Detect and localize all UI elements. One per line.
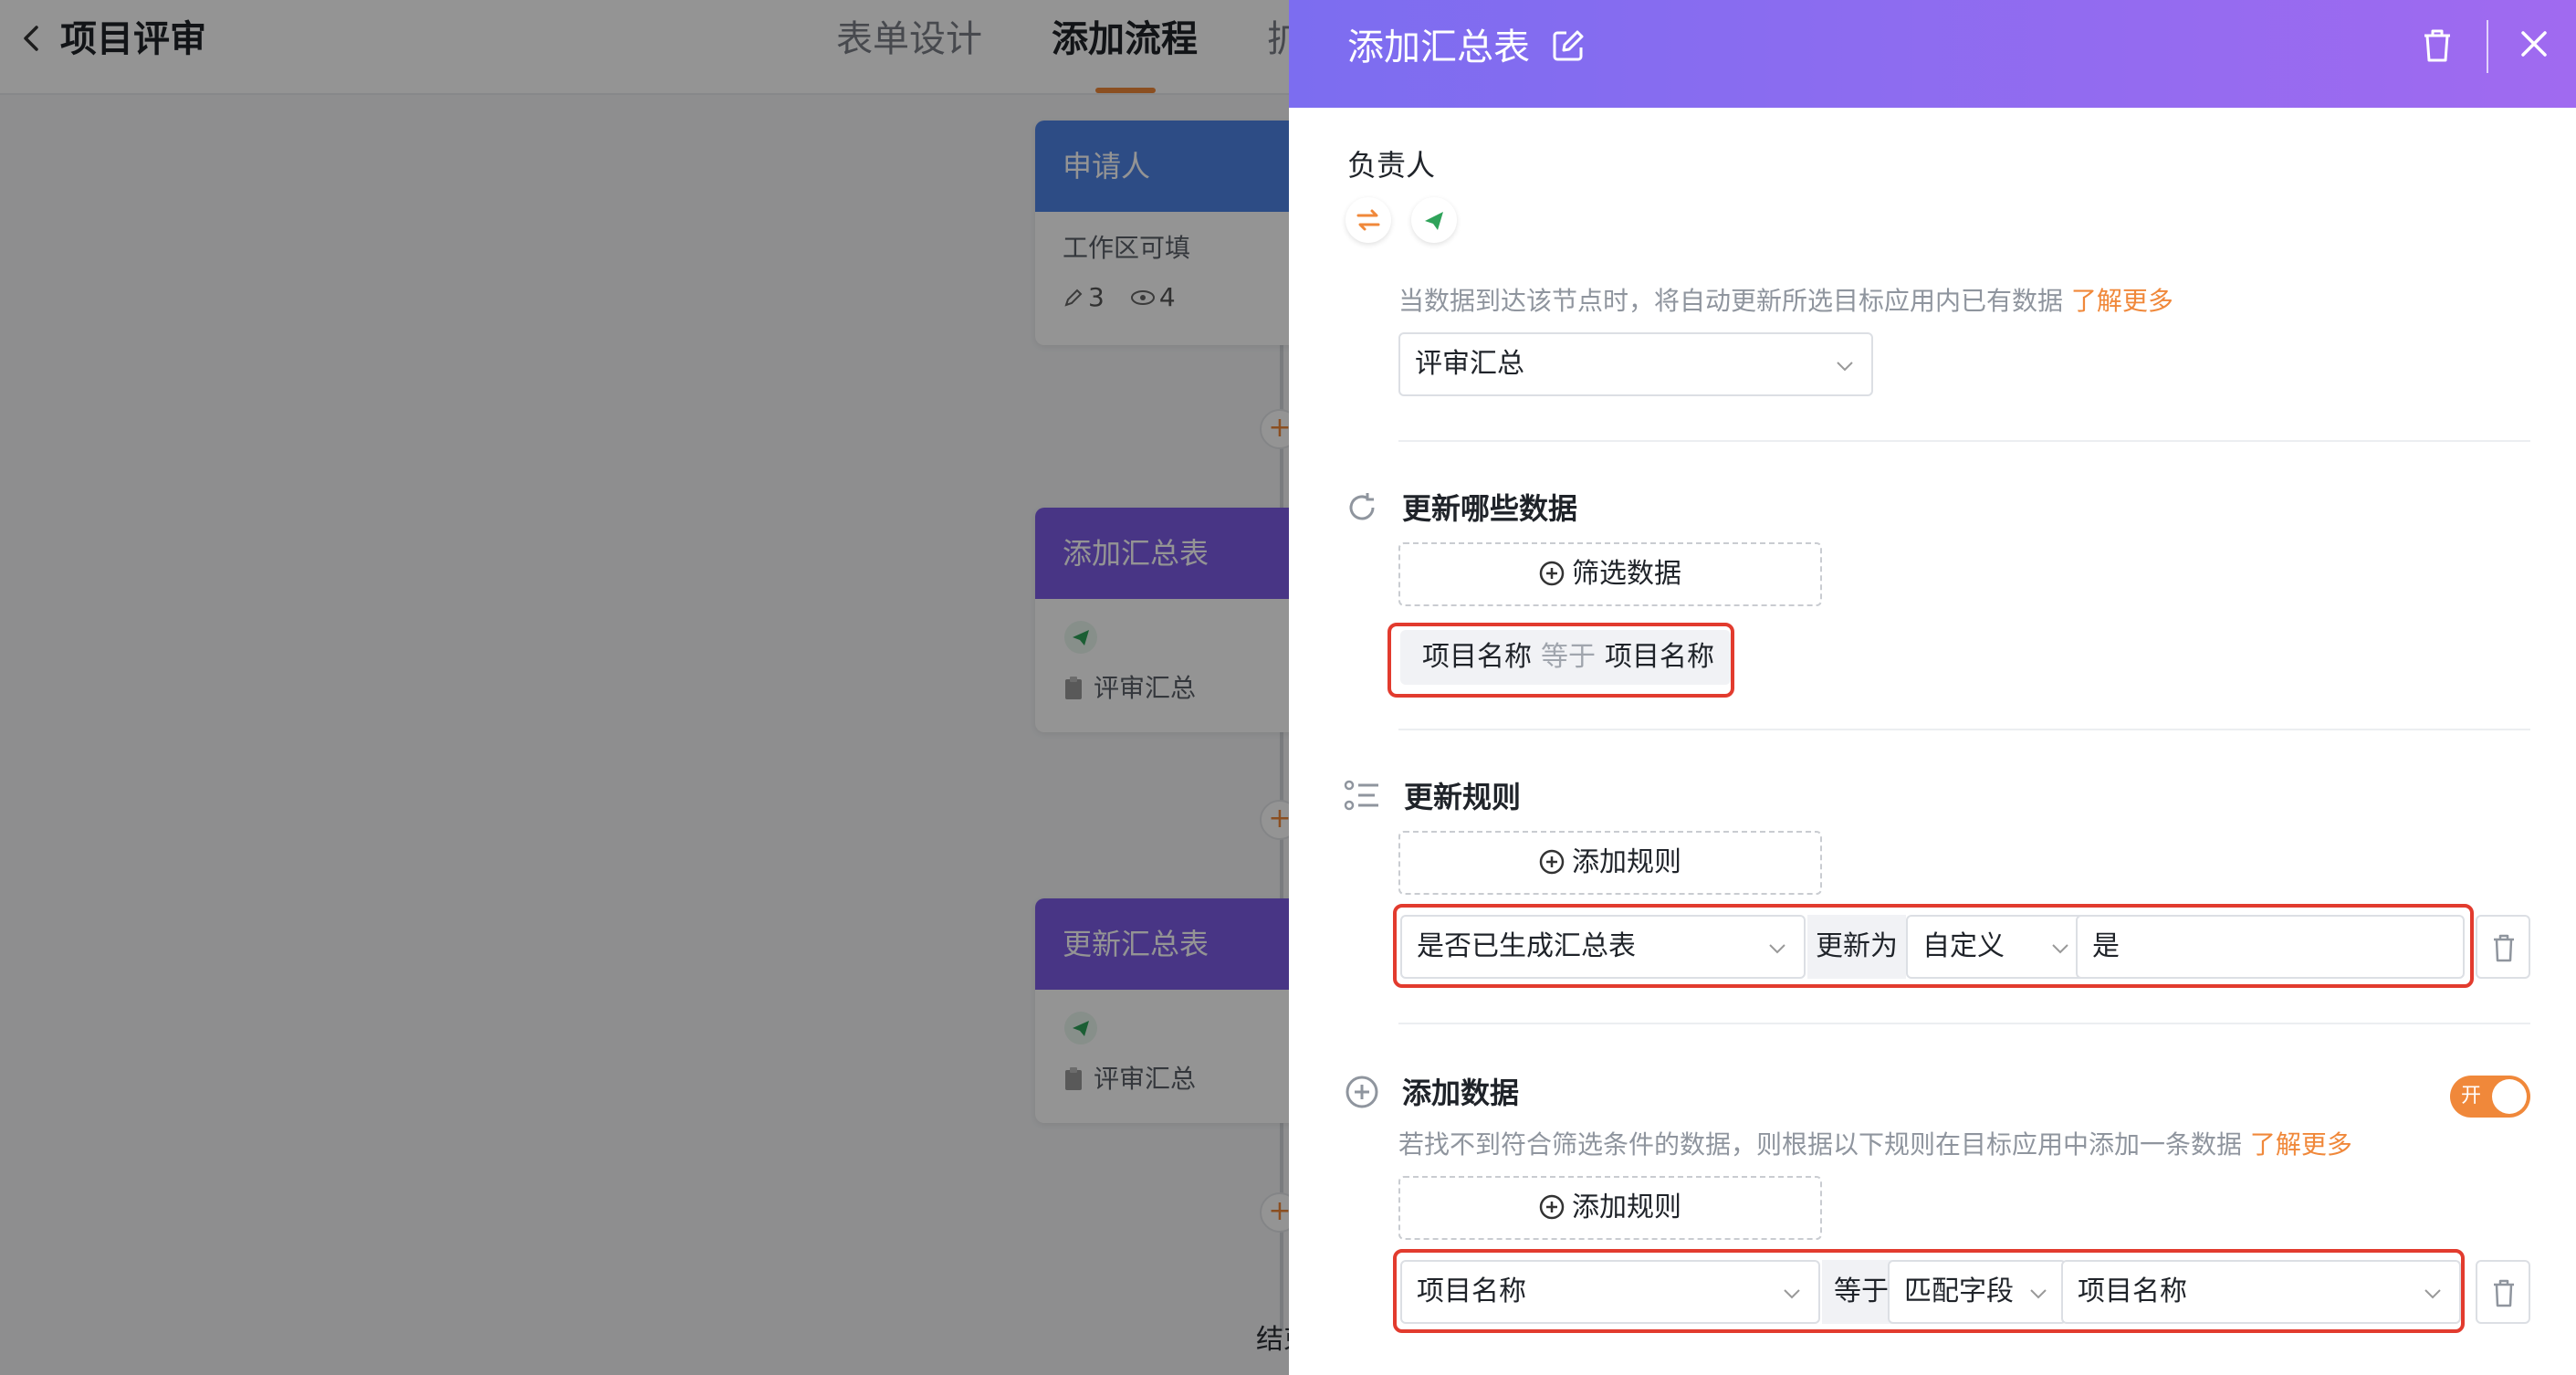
swap-icon	[1356, 209, 1380, 231]
refresh-icon	[1349, 493, 1375, 520]
close-icon[interactable]	[2518, 27, 2550, 60]
drawer-title: 添加汇总表	[1347, 26, 1530, 68]
learn-more-link[interactable]: 了解更多	[2071, 286, 2173, 316]
add-data-toggle[interactable]: 开	[2450, 1076, 2530, 1118]
section-title-add-data: 添加数据	[1402, 1076, 1520, 1110]
header-divider	[2487, 20, 2488, 73]
section-divider	[1398, 1023, 2530, 1024]
delete-rule-button[interactable]	[2476, 915, 2530, 979]
target-app-value: 评审汇总	[1415, 348, 1524, 380]
owner-label: 负责人	[1347, 148, 1436, 183]
section-divider	[1398, 440, 2530, 442]
send-owner-button[interactable]	[1411, 197, 1457, 243]
add-rule-label: 添加规则	[1572, 1191, 1681, 1223]
send-icon	[1425, 212, 1443, 230]
add-rule-button[interactable]: 添加规则	[1398, 831, 1822, 895]
add-data-hint: 若找不到符合筛选条件的数据，则根据以下规则在目标应用中添加一条数据 了解更多	[1398, 1127, 2352, 1163]
filter-data-button[interactable]: 筛选数据	[1398, 542, 1822, 606]
section-divider	[1398, 729, 2530, 730]
target-app-select[interactable]: 评审汇总	[1398, 332, 1873, 396]
chevron-down-icon	[1837, 362, 1853, 372]
trash-icon	[2494, 1279, 2514, 1307]
plus-circle-icon	[1539, 1194, 1565, 1220]
add-rule-label: 添加规则	[1572, 846, 1681, 878]
node-config-drawer: 添加汇总表 负责人 当数据到达该节点时，将自动更新所选目标应用内已有数据 了解更…	[1289, 0, 2576, 1375]
list-icon	[1344, 780, 1378, 811]
trash-icon	[2494, 934, 2514, 962]
plus-circle-icon	[1539, 849, 1565, 875]
swap-owner-button[interactable]	[1346, 197, 1391, 243]
toggle-label: 开	[2461, 1085, 2482, 1107]
drawer-header: 添加汇总表	[1289, 0, 2576, 108]
highlight-frame	[1387, 623, 1734, 698]
plus-circle-icon	[1346, 1076, 1378, 1108]
section-title-update-rules: 更新规则	[1404, 780, 1522, 814]
target-hint-text: 当数据到达该节点时，将自动更新所选目标应用内已有数据	[1398, 286, 2064, 316]
filter-data-label: 筛选数据	[1572, 558, 1681, 590]
plus-circle-icon	[1539, 561, 1565, 586]
add-data-hint-text: 若找不到符合筛选条件的数据，则根据以下规则在目标应用中添加一条数据	[1398, 1129, 2243, 1160]
toggle-knob	[2492, 1079, 2527, 1114]
add-rule-button[interactable]: 添加规则	[1398, 1176, 1822, 1240]
trash-icon[interactable]	[2421, 27, 2454, 64]
highlight-frame	[1393, 1249, 2465, 1333]
section-title-update-which: 更新哪些数据	[1402, 491, 1578, 526]
highlight-frame	[1393, 904, 2474, 988]
target-hint: 当数据到达该节点时，将自动更新所选目标应用内已有数据 了解更多	[1398, 283, 2173, 320]
delete-rule-button[interactable]	[2476, 1260, 2530, 1324]
edit-icon[interactable]	[1550, 27, 1586, 64]
learn-more-link[interactable]: 了解更多	[2250, 1129, 2352, 1160]
